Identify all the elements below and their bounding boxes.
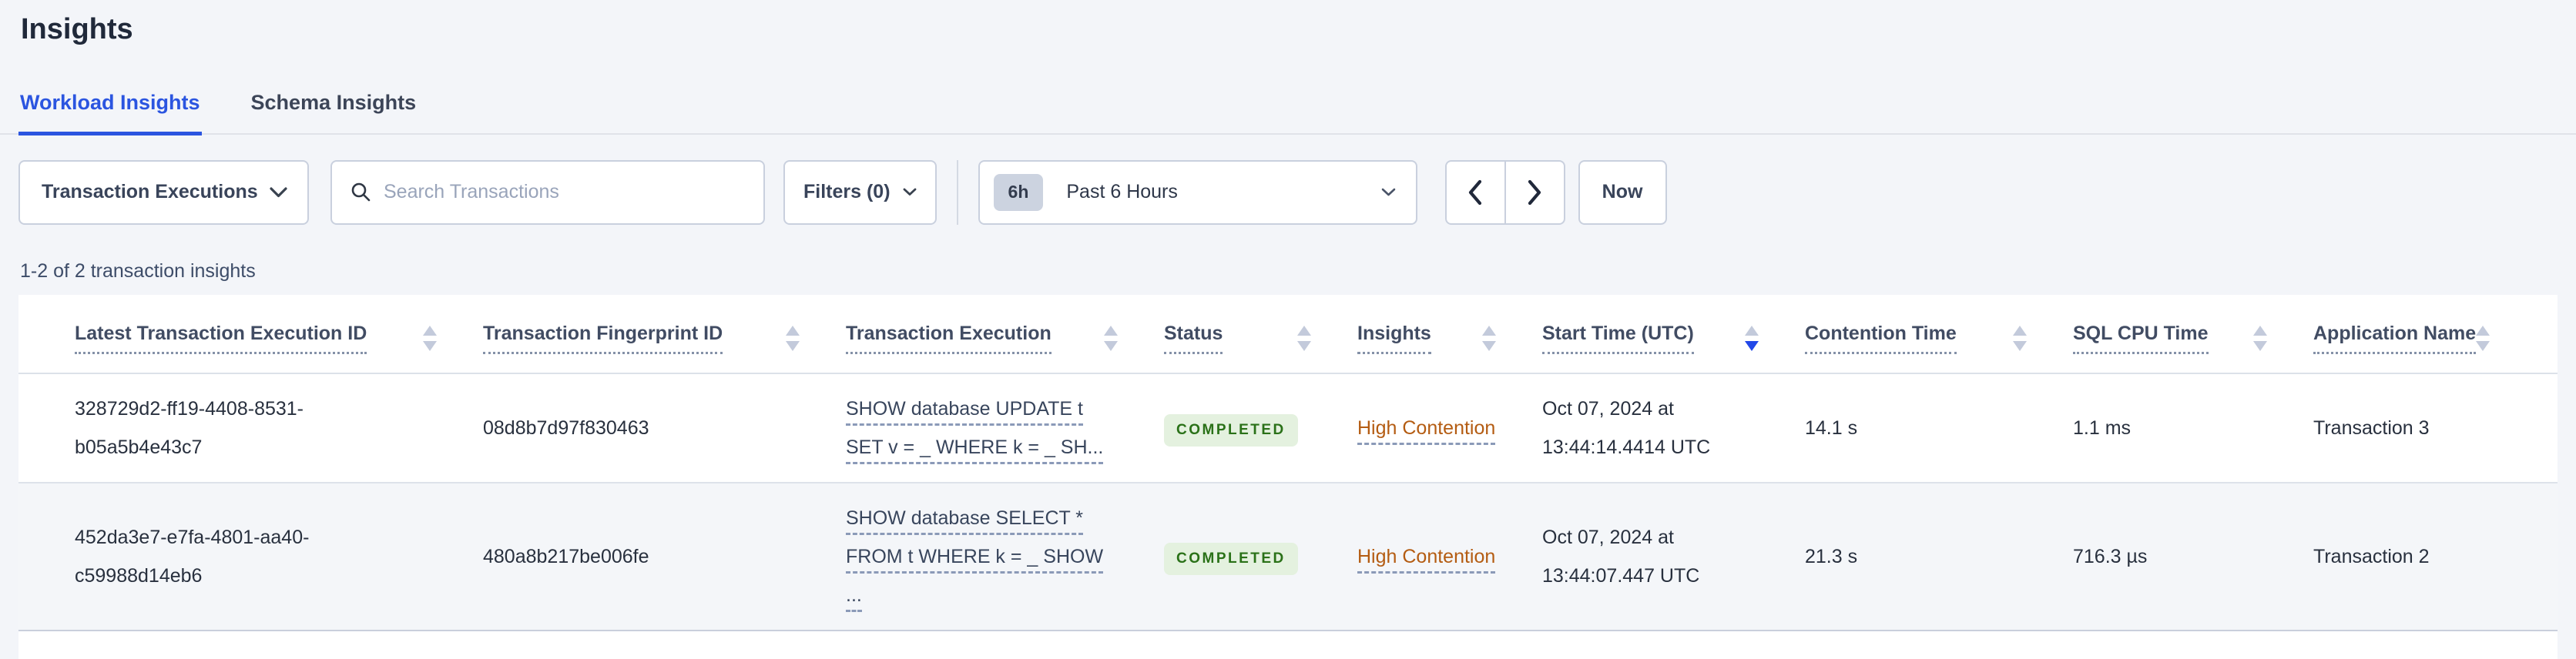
toolbar-divider — [956, 159, 958, 225]
column-header-start-time[interactable]: Start Time (UTC) — [1542, 323, 1805, 354]
chevron-down-icon — [1381, 188, 1396, 197]
cell-transaction-fingerprint-id: 08d8b7d97f830463 — [483, 416, 649, 439]
search-box[interactable] — [330, 159, 765, 225]
cell-transaction-execution-link[interactable]: SHOW database UPDATE t SET v = _ WHERE k… — [846, 390, 1164, 467]
tab-schema-insights[interactable]: Schema Insights — [250, 91, 418, 135]
sort-arrows-icon[interactable] — [2013, 325, 2027, 351]
sort-arrows-icon[interactable] — [423, 325, 437, 351]
execution-type-label: Transaction Executions — [42, 181, 258, 203]
time-range-picker[interactable]: 6h Past 6 Hours — [978, 159, 1417, 225]
chevron-left-icon — [1467, 179, 1483, 206]
cell-transaction-fingerprint-id: 480a8b217be006fe — [483, 545, 649, 567]
column-header-sql-cpu-time[interactable]: SQL CPU Time — [2073, 323, 2313, 354]
chevron-down-icon — [903, 188, 917, 196]
column-header-latest-transaction-execution-id[interactable]: Latest Transaction Execution ID — [75, 323, 483, 354]
now-button[interactable]: Now — [1578, 159, 1667, 225]
toolbar: Transaction Executions Filters (0) 6h Pa… — [18, 159, 2558, 225]
sort-arrows-icon-active-desc[interactable] — [1745, 325, 1759, 351]
cell-insights-link[interactable]: High Contention — [1357, 409, 1542, 447]
execution-type-select[interactable]: Transaction Executions — [18, 159, 309, 225]
time-step-buttons — [1444, 159, 1565, 225]
tab-workload-insights[interactable]: Workload Insights — [18, 91, 202, 135]
column-header-transaction-fingerprint-id[interactable]: Transaction Fingerprint ID — [483, 323, 846, 354]
page-title: Insights — [21, 13, 133, 45]
time-range-badge: 6h — [993, 173, 1044, 211]
insights-table-panel: Latest Transaction Execution ID Transact… — [18, 294, 2558, 659]
insights-page: Insights Workload Insights Schema Insigh… — [0, 0, 2576, 659]
status-badge: COMPLETED — [1164, 542, 1298, 575]
sort-arrows-icon[interactable] — [1104, 325, 1118, 351]
cell-sql-cpu-time: 716.3 µs — [2073, 545, 2148, 567]
cell-transaction-execution-link[interactable]: SHOW database SELECT * FROM t WHERE k = … — [846, 499, 1164, 614]
filters-label: Filters (0) — [803, 181, 891, 203]
previous-range-button[interactable] — [1444, 159, 1505, 225]
cell-latest-transaction-execution-id: 452da3e7-e7fa-4801-aa40-c59988d14eb6 — [75, 526, 310, 587]
column-header-insights[interactable]: Insights — [1357, 323, 1542, 354]
cell-contention-time: 21.3 s — [1805, 545, 1858, 567]
cell-contention-time: 14.1 s — [1805, 416, 1858, 439]
table-row[interactable]: 452da3e7-e7fa-4801-aa40-c59988d14eb6 480… — [18, 481, 2558, 631]
chevron-down-icon — [270, 186, 287, 198]
chevron-right-icon — [1527, 179, 1542, 206]
status-badge: COMPLETED — [1164, 413, 1298, 447]
time-range-label: Past 6 Hours — [1066, 181, 1178, 203]
cell-sql-cpu-time: 1.1 ms — [2073, 416, 2132, 439]
column-header-status[interactable]: Status — [1164, 323, 1357, 354]
sort-arrows-icon[interactable] — [1297, 325, 1311, 351]
sort-arrows-icon[interactable] — [1482, 325, 1496, 351]
cell-application-name: Transaction 2 — [2313, 545, 2430, 567]
cell-application-name: Transaction 3 — [2313, 416, 2430, 439]
sort-arrows-icon[interactable] — [786, 325, 800, 351]
sort-arrows-icon[interactable] — [2253, 325, 2267, 351]
column-header-application-name[interactable]: Application Name — [2313, 323, 2536, 354]
filters-button[interactable]: Filters (0) — [783, 159, 937, 225]
search-icon — [351, 182, 371, 202]
tab-bar: Workload Insights Schema Insights — [0, 91, 2576, 135]
cell-insights-link[interactable]: High Contention — [1357, 537, 1542, 576]
cell-status: COMPLETED — [1164, 409, 1357, 447]
results-summary: 1-2 of 2 transaction insights — [20, 259, 256, 282]
table-header-row: Latest Transaction Execution ID Transact… — [18, 295, 2558, 374]
next-range-button[interactable] — [1504, 159, 1565, 225]
cell-start-time: Oct 07, 2024 at 13:44:07.447 UTC — [1542, 526, 1700, 587]
cell-latest-transaction-execution-id: 328729d2-ff19-4408-8531-b05a5b4e43c7 — [75, 397, 304, 458]
search-input[interactable] — [384, 181, 748, 204]
cell-status: COMPLETED — [1164, 537, 1357, 576]
table-row[interactable]: 328729d2-ff19-4408-8531-b05a5b4e43c7 08d… — [18, 374, 2558, 482]
column-header-transaction-execution[interactable]: Transaction Execution — [846, 323, 1164, 354]
cell-start-time: Oct 07, 2024 at 13:44:14.4414 UTC — [1542, 397, 1711, 458]
column-header-contention-time[interactable]: Contention Time — [1805, 323, 2073, 354]
sort-arrows-icon[interactable] — [2476, 325, 2490, 351]
